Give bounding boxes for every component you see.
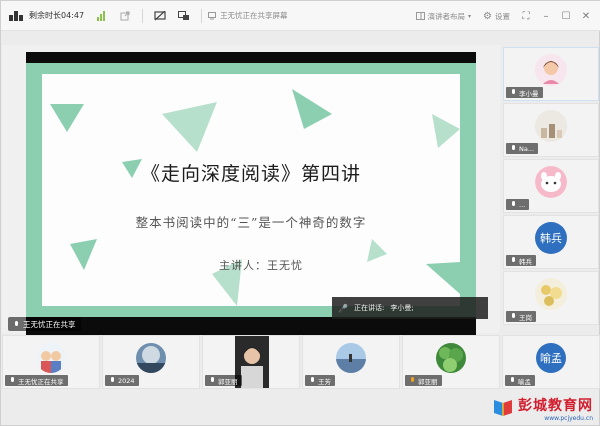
participant-tile[interactable]: 王无忧正在共享: [2, 335, 100, 389]
mic-icon: [509, 377, 515, 384]
mic-icon: [309, 377, 315, 384]
avatar: [136, 343, 166, 373]
external-link-icon[interactable]: [118, 9, 132, 23]
layout-button[interactable]: 演讲者布局 ▾: [413, 11, 475, 22]
toolbar-divider: [142, 8, 144, 23]
slide-title: 《走向深度阅读》第四讲: [140, 163, 361, 185]
participant-name: 王芳: [318, 377, 331, 386]
mic-icon: [209, 377, 215, 384]
mic-icon: [510, 201, 516, 208]
speaking-prefix: 正在讲话:: [353, 304, 385, 312]
remaining-time: 剩余时长04:47: [29, 11, 85, 20]
participant-tile[interactable]: 王岗: [503, 271, 599, 325]
screen-layout-icon[interactable]: [177, 9, 191, 23]
avatar: [535, 110, 567, 142]
participant-name-tag: 王岗: [506, 311, 536, 322]
top-toolbar: 剩余时长04:47 王无忧正在共享屏幕 演讲者布局 ▾ ⚙ 设置 ⛶ – ☐ ✕: [1, 1, 600, 31]
participant-tile[interactable]: ...: [503, 159, 599, 213]
maximize-button[interactable]: ☐: [559, 9, 573, 23]
participant-tile[interactable]: 2024: [102, 335, 200, 389]
participant-name: 王岗: [519, 313, 532, 322]
watermark-text: 彭城教育网: [518, 397, 593, 414]
avatar: [36, 343, 66, 373]
speaking-indicator: 🎤 正在讲话: 李小曼;: [332, 297, 488, 319]
close-button[interactable]: ✕: [579, 9, 593, 23]
share-icon: [208, 11, 217, 19]
mic-icon: [9, 377, 15, 384]
participant-tile[interactable]: Na...: [503, 103, 599, 157]
slide-frame: 《走向深度阅读》第四讲 整本书阅读中的“三”是一个神奇的数字 主讲人：王无忧: [26, 52, 476, 335]
book-logo-icon: [494, 400, 512, 416]
mic-icon: [109, 377, 115, 384]
participant-name: ...: [519, 200, 526, 209]
avatar: [535, 54, 567, 86]
settings-button-label: 设置: [495, 11, 510, 21]
participant-name: 李小曼: [519, 89, 539, 98]
participant-row: 王无忧正在共享 2024 郭亚丽 王芳 郭亚丽 喻孟 喻孟: [1, 335, 600, 391]
participant-name-tag: 郭亚丽: [405, 375, 442, 386]
speaking-name: 李小曼;: [390, 304, 414, 312]
participant-video-tile[interactable]: 郭亚丽: [202, 335, 300, 389]
minimize-button[interactable]: –: [539, 9, 553, 23]
participant-name-tag: 李小曼: [506, 87, 543, 98]
watermark-url: www.pcjyedu.cn: [544, 414, 593, 422]
participant-name: 韩兵: [519, 257, 532, 266]
avatar: [535, 278, 567, 310]
signal-icon[interactable]: [94, 9, 108, 23]
sharing-label: 王无忧正在共享: [8, 317, 81, 331]
participant-tile[interactable]: 李小曼: [503, 47, 599, 101]
participant-name: 王无忧正在共享: [18, 377, 64, 386]
participant-name-tag: Na...: [506, 143, 539, 154]
mic-warning-icon: [409, 377, 415, 384]
meeting-window: 剩余时长04:47 王无忧正在共享屏幕 演讲者布局 ▾ ⚙ 设置 ⛶ – ☐ ✕…: [0, 0, 600, 426]
participant-name-tag: 韩兵: [506, 255, 536, 266]
site-watermark: 彭城教育网 www.pcjyedu.cn: [492, 393, 593, 423]
share-status-text: 王无忧正在共享屏幕: [220, 11, 288, 20]
participant-column: 李小曼 Na... ... 韩兵 韩兵 王岗: [501, 45, 600, 335]
chevron-down-icon: ▾: [468, 12, 472, 20]
participant-tile[interactable]: 韩兵 韩兵: [503, 215, 599, 269]
participant-tile[interactable]: 郭亚丽: [402, 335, 500, 389]
participant-name: 郭亚丽: [218, 377, 238, 386]
speaker-icon: 🎤: [338, 303, 348, 313]
mic-icon: [510, 145, 516, 152]
fullscreen-icon[interactable]: ⛶: [519, 9, 533, 23]
participant-name: 2024: [118, 376, 135, 385]
layout-button-label: 演讲者布局: [427, 11, 466, 21]
participant-name: Na...: [519, 144, 535, 153]
participant-name-tag: 王芳: [305, 375, 335, 386]
avatar: [535, 166, 567, 198]
slide-speaker: 主讲人：王无忧: [219, 259, 303, 272]
stop-share-icon[interactable]: [153, 9, 167, 23]
participant-name-tag: ...: [506, 199, 530, 210]
participant-name: 郭亚丽: [418, 377, 438, 386]
layout-icon: [415, 12, 425, 20]
shared-screen[interactable]: 《走向深度阅读》第四讲 整本书阅读中的“三”是一个神奇的数字 主讲人：王无忧 王…: [2, 45, 500, 335]
sharing-label-text: 王无忧正在共享: [23, 319, 76, 329]
slide-subtitle: 整本书阅读中的“三”是一个神奇的数字: [135, 215, 367, 230]
mic-icon: [13, 320, 19, 328]
avatar: [436, 343, 466, 373]
app-logo-icon: [9, 10, 25, 21]
slide: 《走向深度阅读》第四讲 整本书阅读中的“三”是一个神奇的数字 主讲人：王无忧: [26, 63, 476, 317]
mic-icon: [510, 313, 516, 320]
toolbar-right: 演讲者布局 ▾ ⚙ 设置 ⛶ – ☐ ✕: [413, 1, 593, 31]
participant-name: 喻孟: [518, 377, 531, 386]
share-status: 王无忧正在共享屏幕: [208, 10, 288, 21]
participant-tile[interactable]: 王芳: [302, 335, 400, 389]
avatar: [336, 343, 366, 373]
avatar-initials: 喻孟: [536, 343, 566, 373]
slide-content: 《走向深度阅读》第四讲 整本书阅读中的“三”是一个神奇的数字 主讲人：王无忧: [42, 74, 460, 306]
participant-name-tag: 2024: [105, 375, 139, 386]
participant-tile[interactable]: 喻孟 喻孟: [502, 335, 600, 389]
participant-name-tag: 郭亚丽: [205, 375, 242, 386]
toolbar-divider: [201, 8, 203, 23]
mic-icon: [510, 89, 516, 96]
avatar-initials: 韩兵: [535, 222, 567, 254]
settings-button[interactable]: ⚙ 设置: [480, 11, 513, 22]
mic-icon: [510, 257, 516, 264]
gear-icon: ⚙: [483, 10, 492, 22]
participant-name-tag: 喻孟: [505, 375, 535, 386]
participant-name-tag: 王无忧正在共享: [5, 375, 68, 386]
